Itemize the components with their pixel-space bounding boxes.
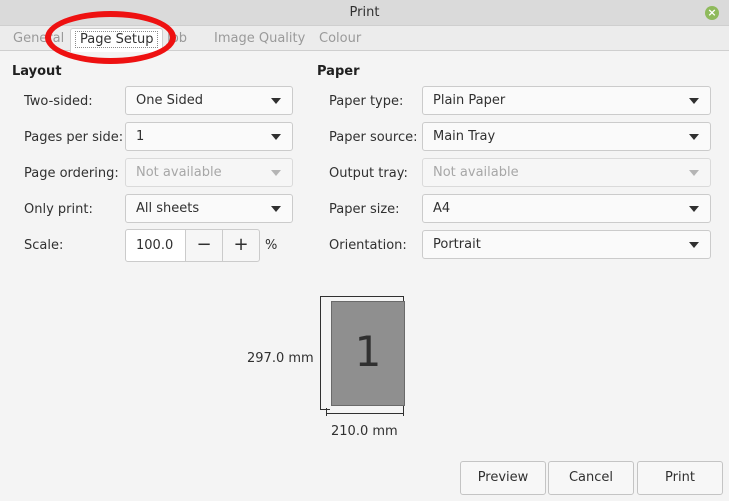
width-dimension-line	[326, 413, 404, 414]
output-tray-combo: Not available	[422, 158, 711, 187]
scale-unit: %	[265, 238, 278, 253]
close-button[interactable]: ×	[705, 6, 719, 20]
plus-icon: +	[233, 234, 249, 255]
paper-size-value: A4	[433, 201, 451, 216]
page-height-label: 297.0 mm	[247, 351, 314, 366]
only-print-combo[interactable]: All sheets	[125, 194, 293, 223]
page-ordering-combo: Not available	[125, 158, 293, 187]
paper-size-label: Paper size:	[329, 202, 400, 217]
minus-icon: −	[196, 234, 212, 255]
paper-type-combo[interactable]: Plain Paper	[422, 86, 711, 115]
chevron-down-icon	[689, 134, 699, 140]
paper-type-label: Paper type:	[329, 94, 404, 109]
chevron-down-icon	[689, 242, 699, 248]
output-tray-value: Not available	[433, 165, 519, 180]
two-sided-combo[interactable]: One Sided	[125, 86, 293, 115]
scale-label: Scale:	[24, 238, 64, 253]
title-bar: Print ×	[0, 0, 729, 26]
paper-source-combo[interactable]: Main Tray	[422, 122, 711, 151]
paper-size-combo[interactable]: A4	[422, 194, 711, 223]
tab-page-setup-label: Page Setup	[75, 31, 159, 48]
tab-image-quality[interactable]: Image Quality	[214, 31, 305, 46]
two-sided-value: One Sided	[136, 93, 203, 108]
page-ordering-label: Page ordering:	[24, 166, 119, 181]
tab-job[interactable]: Job	[167, 31, 187, 46]
chevron-down-icon	[689, 98, 699, 104]
paper-source-label: Paper source:	[329, 130, 418, 145]
chevron-down-icon	[271, 170, 281, 176]
print-button[interactable]: Print	[637, 461, 723, 495]
tab-bar: General Page Setup Job Image Quality Col…	[0, 26, 729, 52]
page-preview: 1	[331, 301, 405, 406]
paper-type-value: Plain Paper	[433, 93, 506, 108]
scale-input[interactable]: 100.0	[125, 229, 186, 262]
paper-source-value: Main Tray	[433, 129, 496, 144]
tab-colour[interactable]: Colour	[319, 31, 361, 46]
top-extension-line	[320, 296, 404, 297]
tab-general[interactable]: General	[13, 31, 64, 46]
orientation-label: Orientation:	[329, 238, 407, 253]
layout-heading: Layout	[12, 64, 62, 79]
chevron-down-icon	[271, 98, 281, 104]
orientation-value: Portrait	[433, 237, 481, 252]
chevron-down-icon	[271, 206, 281, 212]
pages-per-side-label: Pages per side:	[24, 130, 124, 145]
chevron-down-icon	[689, 206, 699, 212]
tab-page-setup[interactable]: Page Setup	[70, 28, 164, 52]
only-print-label: Only print:	[24, 202, 93, 217]
close-icon[interactable]: ×	[707, 6, 716, 19]
pages-per-side-combo[interactable]: 1	[125, 122, 293, 151]
bottom-extension-line	[320, 409, 330, 410]
page-width-label: 210.0 mm	[331, 424, 398, 439]
window-title: Print	[349, 5, 380, 20]
page-number: 1	[354, 327, 382, 376]
orientation-combo[interactable]: Portrait	[422, 230, 711, 259]
paper-heading: Paper	[317, 64, 360, 79]
chevron-down-icon	[689, 170, 699, 176]
chevron-down-icon	[271, 134, 281, 140]
output-tray-label: Output tray:	[329, 166, 408, 181]
only-print-value: All sheets	[136, 201, 200, 216]
cancel-button[interactable]: Cancel	[548, 461, 634, 495]
scale-increment-button[interactable]: +	[222, 229, 260, 262]
preview-button[interactable]: Preview	[460, 461, 546, 495]
pages-per-side-value: 1	[136, 129, 145, 144]
two-sided-label: Two-sided:	[24, 94, 93, 109]
scale-decrement-button[interactable]: −	[185, 229, 223, 262]
page-ordering-value: Not available	[136, 165, 222, 180]
left-extension-line	[326, 408, 327, 416]
height-dimension-line	[320, 296, 321, 410]
